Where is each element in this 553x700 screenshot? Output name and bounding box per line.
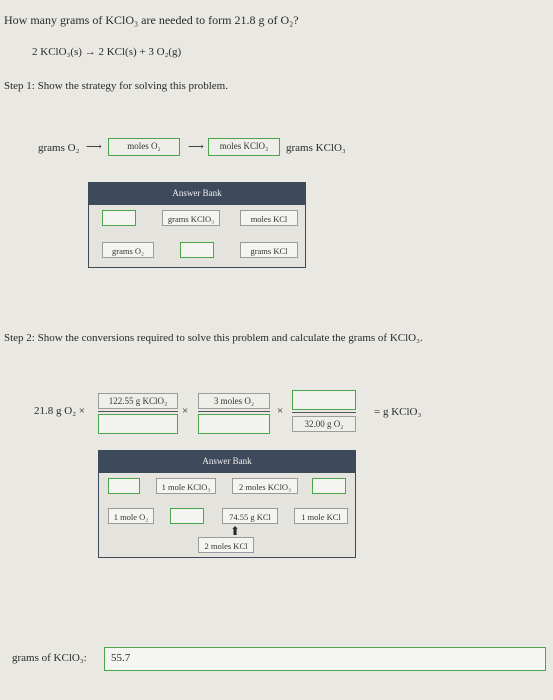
- fraction1-denominator[interactable]: [98, 414, 178, 434]
- empty-slot[interactable]: [108, 478, 140, 494]
- reaction-equation: 2 KClO₃(s) → 2 KCl(s) + 3 O₂(g): [32, 46, 182, 58]
- times-sign: ×: [277, 405, 284, 417]
- empty-slot[interactable]: [180, 242, 214, 258]
- fraction2-numerator[interactable]: 3 moles O₂: [198, 393, 270, 409]
- empty-slot[interactable]: [102, 210, 136, 226]
- strategy-slot-2[interactable]: moles KClO₃: [208, 138, 280, 156]
- bank-chip[interactable]: grams O₂: [102, 242, 154, 258]
- arrow-icon: ⟶: [86, 141, 102, 153]
- end-label: grams KClO₃: [286, 142, 346, 154]
- answer-input[interactable]: 55.7: [104, 647, 546, 671]
- bank-chip[interactable]: 1 mole O₂: [108, 508, 154, 524]
- arrow-icon: ⟶: [188, 141, 204, 153]
- bank-chip[interactable]: 2 moles KCl: [198, 537, 254, 553]
- bank-chip[interactable]: 1 mole KClO₃: [156, 478, 216, 494]
- bank-chip[interactable]: 74.55 g KCl: [222, 508, 278, 524]
- answer-bank-title: Answer Bank: [88, 182, 306, 204]
- start-label: grams O₂: [38, 142, 80, 154]
- fraction-bar: [198, 411, 270, 412]
- fraction-bar: [98, 411, 178, 412]
- answer-bank-title: Answer Bank: [98, 450, 356, 472]
- step1-title: Step 1: Show the strategy for solving th…: [4, 80, 228, 92]
- bank-chip[interactable]: grams KCl: [240, 242, 298, 258]
- step2-title: Step 2: Show the conversions required to…: [4, 332, 423, 344]
- bank-chip[interactable]: 1 mole KCl: [294, 508, 348, 524]
- fraction2-denominator[interactable]: [198, 414, 270, 434]
- times-sign: ×: [182, 405, 189, 417]
- answer-label: grams of KClO₃:: [12, 652, 87, 664]
- fraction3-denominator[interactable]: 32.00 g O₂: [292, 416, 356, 432]
- strategy-slot-1[interactable]: moles O₂: [108, 138, 180, 156]
- fraction3-numerator[interactable]: [292, 390, 356, 410]
- bank-chip[interactable]: 2 moles KClO₃: [232, 478, 298, 494]
- question-text: How many grams of KClO₃ are needed to fo…: [4, 13, 299, 27]
- fraction-bar: [292, 412, 356, 413]
- bank-chip[interactable]: moles KCl: [240, 210, 298, 226]
- result-label: = g KClO₃: [374, 406, 422, 418]
- fraction1-numerator[interactable]: 122.55 g KClO₃: [98, 393, 178, 409]
- start-value: 21.8 g O₂ ×: [34, 405, 85, 417]
- empty-slot[interactable]: [312, 478, 346, 494]
- empty-slot[interactable]: [170, 508, 204, 524]
- bank-chip[interactable]: grams KClO₃: [162, 210, 220, 226]
